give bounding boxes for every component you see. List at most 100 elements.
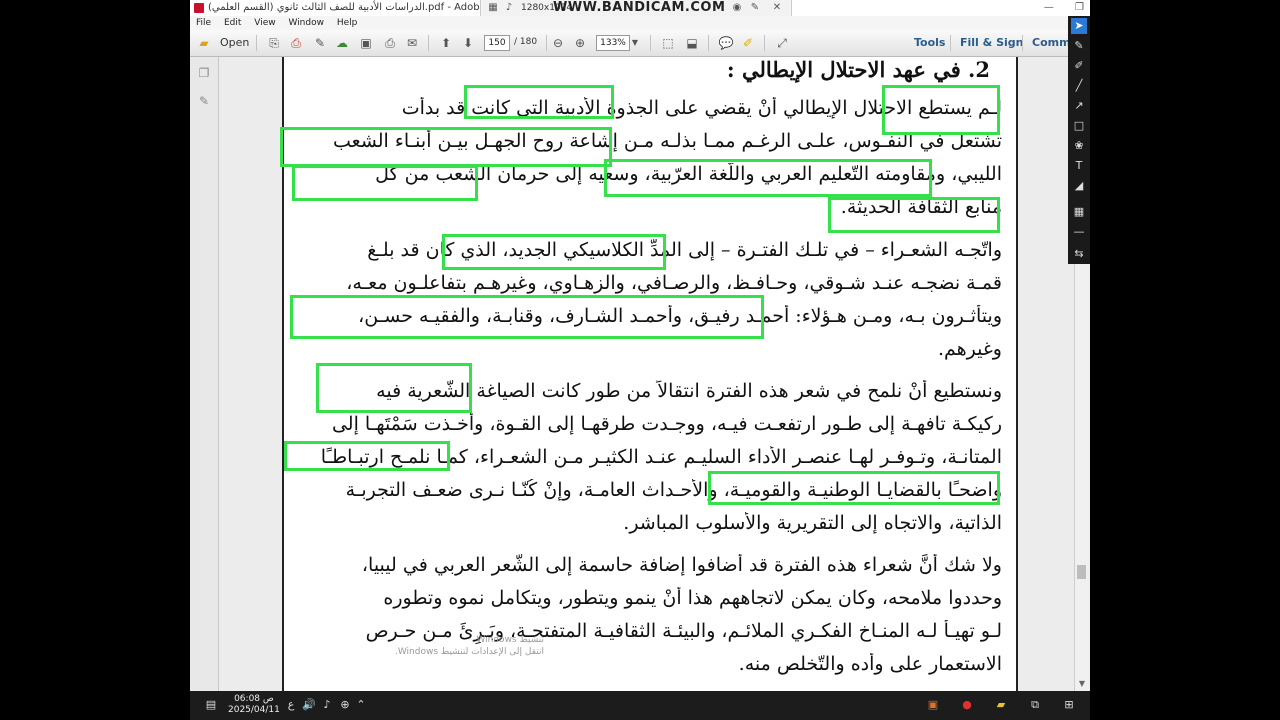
recorder-bar: ▦ ♪ 1280x1024 WWW.BANDICAM.COM ◉ ✎ ✕ bbox=[480, 0, 792, 16]
record-icon[interactable]: ● bbox=[960, 698, 974, 712]
toolbar: ▰ Open ⎘ ⎙ ✎ ☁ ▣ ⎙ ✉ ⬆ ⬇ 150 / 180 ⊖ ⊕ 1… bbox=[190, 30, 1071, 57]
screen: الدراسات الأدبية للصف الثالث ثانوي (القس… bbox=[190, 0, 1090, 720]
highlight-box[interactable] bbox=[708, 471, 1000, 505]
pages-icon[interactable]: ❐ bbox=[196, 65, 212, 81]
text-line: وحددوا ملامحه، وكان يمكن لاتجاههم هذا أن… bbox=[383, 587, 1002, 609]
menu-file[interactable]: File bbox=[196, 16, 211, 30]
highlight-box[interactable] bbox=[828, 197, 1000, 233]
toolbar-separator bbox=[546, 35, 547, 51]
taskview-icon[interactable]: ⧉ bbox=[1028, 698, 1042, 712]
highlight-box[interactable] bbox=[442, 234, 666, 270]
navigation-pane: ❐ ✎ bbox=[190, 57, 219, 691]
fit-width-icon[interactable]: ⬓ bbox=[684, 35, 700, 51]
highlight-box[interactable] bbox=[292, 165, 478, 201]
camera-icon[interactable]: ◉ bbox=[731, 2, 743, 14]
print-icon[interactable]: ⎙ bbox=[382, 35, 398, 51]
grid-icon[interactable]: ▦ bbox=[487, 2, 499, 14]
toolbar-separator bbox=[950, 35, 951, 51]
cloud-icon[interactable]: ☁ bbox=[334, 35, 350, 51]
mic-icon[interactable]: ♪ bbox=[503, 2, 515, 14]
palette-icon[interactable]: ❀ bbox=[1071, 138, 1087, 154]
system-clock[interactable]: 06:08 ص 2025/04/11 bbox=[228, 694, 280, 716]
close-icon[interactable]: ✕ bbox=[771, 2, 783, 14]
grid-icon[interactable]: ▦ bbox=[1071, 204, 1087, 220]
toolbar-separator bbox=[764, 35, 765, 51]
menu-edit[interactable]: Edit bbox=[224, 16, 241, 30]
highlighter-icon[interactable]: ✐ bbox=[1071, 58, 1087, 74]
line-icon[interactable]: ╱ bbox=[1071, 78, 1087, 94]
highlight-box[interactable] bbox=[284, 441, 450, 471]
zoom-out-icon[interactable]: ⊖ bbox=[550, 35, 566, 51]
tools-link[interactable]: Tools bbox=[914, 34, 945, 52]
window-controls: — ❐ bbox=[1026, 0, 1084, 16]
prev-page-icon[interactable]: ⬆ bbox=[438, 35, 454, 51]
toolbar-separator bbox=[650, 35, 651, 51]
open-button[interactable]: Open bbox=[220, 34, 249, 52]
zoom-input[interactable]: 133% bbox=[596, 35, 630, 51]
highlight-box[interactable] bbox=[280, 127, 612, 167]
highlight-box[interactable] bbox=[604, 159, 932, 197]
expand-icon[interactable]: ⤢ bbox=[774, 35, 790, 51]
attachment-icon[interactable]: ✎ bbox=[196, 93, 212, 109]
toolbar-separator bbox=[708, 35, 709, 51]
pen-icon[interactable]: ✎ bbox=[749, 2, 761, 14]
page-total: / 180 bbox=[514, 37, 538, 47]
globe-icon[interactable]: ⊕ bbox=[338, 698, 352, 712]
window-title: الدراسات الأدبية للصف الثالث ثانوي (القس… bbox=[208, 2, 525, 13]
app-icon[interactable]: ▣ bbox=[926, 698, 940, 712]
menu-view[interactable]: View bbox=[254, 16, 275, 30]
highlight-box[interactable] bbox=[464, 85, 614, 119]
chevron-up-icon[interactable]: ⌃ bbox=[354, 698, 368, 712]
toolbar-separator bbox=[428, 35, 429, 51]
text-line: الاستعمار على وأده والتّخلص منه. bbox=[738, 653, 1002, 675]
menu-window[interactable]: Window bbox=[288, 16, 324, 30]
notification-icon[interactable]: ▤ bbox=[204, 698, 218, 712]
text-line: الذاتية، والاتجاه إلى التقريرية والأسلوب… bbox=[623, 512, 1002, 534]
pen-icon[interactable]: ✎ bbox=[1071, 38, 1087, 54]
minus-icon[interactable]: — bbox=[1071, 224, 1087, 240]
text-line: ولا شك أنَّ شعراء هذه الفترة قد أضافوا إ… bbox=[361, 554, 1002, 576]
rectangle-icon[interactable]: □ bbox=[1071, 118, 1087, 134]
page-number-input[interactable]: 150 bbox=[484, 35, 510, 51]
edit-pdf-icon[interactable]: ✎ bbox=[312, 35, 328, 51]
cursor-icon[interactable]: ➤ bbox=[1071, 18, 1087, 34]
windows-activation-watermark: تنشيط Windows انتقل إلى الإعدادات لتنشيط… bbox=[394, 635, 544, 657]
highlight-box[interactable] bbox=[882, 85, 1000, 135]
menu-bar: File Edit View Window Help bbox=[190, 16, 1090, 30]
chevron-down-icon[interactable]: ▼ bbox=[630, 35, 640, 51]
volume-icon[interactable]: 🔊 bbox=[302, 698, 316, 712]
highlight-box[interactable] bbox=[316, 363, 472, 413]
folder-icon[interactable]: ▰ bbox=[196, 35, 212, 51]
fill-sign-link[interactable]: Fill & Sign bbox=[960, 34, 1023, 52]
minimize-icon[interactable]: — bbox=[1044, 2, 1054, 13]
save-icon[interactable]: ▣ bbox=[358, 35, 374, 51]
toolbar-separator bbox=[256, 35, 257, 51]
export-pdf-icon[interactable]: ⎙ bbox=[288, 35, 304, 51]
zoom-in-icon[interactable]: ⊕ bbox=[572, 35, 588, 51]
scroll-down-icon[interactable]: ▼ bbox=[1077, 679, 1087, 689]
section-heading: 2. في عهد الاحتلال الإيطالي : bbox=[726, 57, 990, 82]
arrow-icon[interactable]: ↗ bbox=[1071, 98, 1087, 114]
create-pdf-icon[interactable]: ⎘ bbox=[266, 35, 282, 51]
comment-link[interactable]: Comm bbox=[1032, 34, 1071, 52]
swap-icon[interactable]: ⇆ bbox=[1071, 246, 1087, 262]
menu-help[interactable]: Help bbox=[337, 16, 358, 30]
text-icon[interactable]: T bbox=[1071, 158, 1087, 174]
comment-icon[interactable]: 💬 bbox=[718, 35, 734, 51]
highlight-box[interactable] bbox=[290, 295, 764, 339]
taskbar: ▤ 06:08 ص 2025/04/11 ع 🔊 ♪ ⊕ ⌃ ▣ ● ▰ ⧉ ⊞ bbox=[190, 691, 1090, 720]
file-explorer-icon[interactable]: ▰ bbox=[994, 698, 1008, 712]
maximize-icon[interactable]: ❐ bbox=[1075, 2, 1084, 13]
scroll-thumb[interactable] bbox=[1077, 565, 1086, 579]
start-icon[interactable]: ⊞ bbox=[1062, 698, 1076, 712]
title-bar: الدراسات الأدبية للصف الثالث ثانوي (القس… bbox=[190, 0, 1090, 16]
mic-icon[interactable]: ♪ bbox=[320, 698, 334, 712]
pdf-page: 2. في عهد الاحتلال الإيطالي : لـم يستطع … bbox=[280, 57, 1018, 691]
fit-page-icon[interactable]: ⬚ bbox=[660, 35, 676, 51]
highlight-icon[interactable]: ✐ bbox=[740, 35, 756, 51]
toolbar-separator bbox=[1022, 35, 1023, 51]
eraser-icon[interactable]: ◢ bbox=[1071, 178, 1087, 194]
language-indicator[interactable]: ع bbox=[284, 698, 298, 712]
email-icon[interactable]: ✉ bbox=[404, 35, 420, 51]
next-page-icon[interactable]: ⬇ bbox=[460, 35, 476, 51]
